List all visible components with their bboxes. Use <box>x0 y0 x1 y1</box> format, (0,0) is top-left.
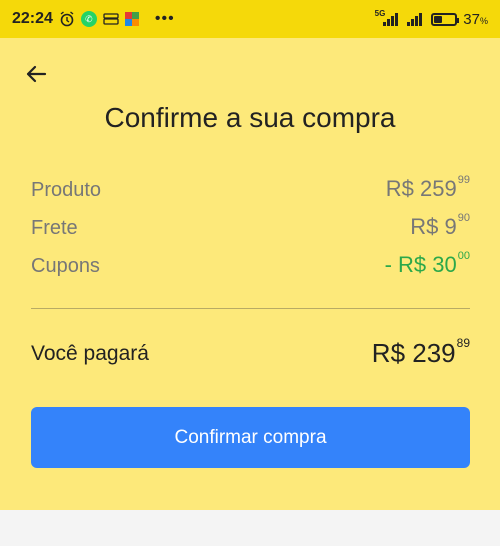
confirm-purchase-button[interactable]: Confirmar compra <box>31 407 470 468</box>
status-right: 5G 37% <box>375 0 488 38</box>
arrow-left-icon <box>26 65 47 83</box>
status-time: 22:24 <box>12 10 53 27</box>
status-bar: 22:24 ✆ ••• 5G 37% <box>0 0 500 38</box>
shipping-label: Frete <box>31 217 78 239</box>
app-icon <box>124 12 139 26</box>
product-line: Produto R$ 25999 <box>31 174 470 202</box>
bottom-area <box>0 510 500 546</box>
page-title: Confirme a sua compra <box>104 102 396 133</box>
coupons-line: Cupons - R$ 3000 <box>31 250 470 278</box>
battery-icon <box>431 12 460 26</box>
signal-icon <box>383 12 399 26</box>
battery-percent: 37% <box>463 10 488 28</box>
coupons-label: Cupons <box>31 255 100 277</box>
network-label: 5G <box>374 8 386 18</box>
battery-fill <box>434 15 443 23</box>
back-button[interactable] <box>22 60 50 88</box>
divider <box>31 308 470 309</box>
total-row: Você pagará R$ 23989 <box>31 336 470 369</box>
purchase-confirmation-panel: Confirme a sua compra Produto R$ 25999 F… <box>0 38 500 510</box>
shipping-line: Frete R$ 990 <box>31 212 470 240</box>
shipping-amount: R$ 990 <box>410 212 470 239</box>
product-label: Produto <box>31 179 102 201</box>
whatsapp-icon: ✆ <box>80 11 97 27</box>
coupons-amount: - R$ 3000 <box>384 250 470 277</box>
more-icon: ••• <box>154 10 175 27</box>
signal-icon-2 <box>407 12 423 26</box>
total-label: Você pagará <box>31 341 149 365</box>
stack-icon <box>103 13 119 25</box>
product-amount: R$ 25999 <box>385 174 470 201</box>
total-amount: R$ 23989 <box>371 336 470 368</box>
alarm-icon <box>59 11 75 27</box>
